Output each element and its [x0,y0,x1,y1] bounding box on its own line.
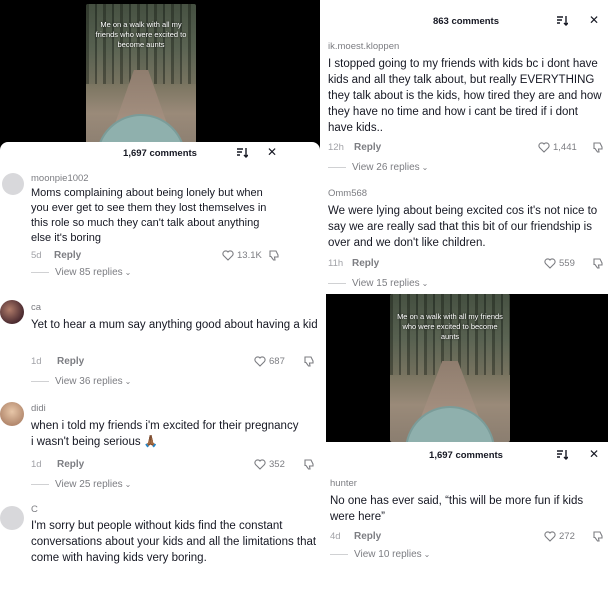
like-count: 352 [269,459,285,470]
comment-time: 4d [330,531,341,542]
video-frame: Me on a walk with all my friends who wer… [390,294,510,442]
reply-button[interactable]: Reply [57,356,84,367]
heart-icon [538,142,550,153]
comment-text: We were lying about being excited cos it… [328,205,598,249]
comment-time: 11h [328,258,344,269]
sort-icon[interactable] [236,147,248,158]
view-replies-link[interactable]: View 36 replies ⌄ [31,376,131,387]
avatar[interactable] [0,402,24,426]
comment-username[interactable]: Omm568 [328,188,367,199]
comment-time: 12h [328,142,344,153]
video-caption: Me on a walk with all my friends who wer… [397,312,503,341]
chevron-down-icon: ⌄ [124,480,132,489]
heart-icon [254,356,266,367]
reply-button[interactable]: Reply [57,459,84,470]
comment-item: hunter No one has ever said, “this will … [324,474,608,574]
chevron-down-icon: ⌄ [423,550,431,559]
reply-button[interactable]: Reply [352,258,379,269]
reply-button[interactable]: Reply [354,142,381,153]
view-replies-label: View 10 replies [354,549,422,560]
like-count: 1,441 [553,142,577,153]
comment-item: ik.moest.kloppen I stopped going to my f… [324,38,608,178]
chevron-down-icon: ⌄ [421,163,429,172]
dislike-icon[interactable] [268,250,279,261]
comment-text: No one has ever said, “this will be more… [330,495,584,523]
video-player-left[interactable]: Me on a walk with all my friends who wer… [0,0,320,150]
view-replies-link[interactable]: View 26 replies ⌄ [328,162,428,173]
reply-button[interactable]: Reply [354,531,381,542]
video-frame: Me on a walk with all my friends who wer… [86,4,196,150]
comment-text: Moms complaining about being lonely but … [31,187,267,244]
comment-text: Yet to hear a mum say anything good abou… [31,319,318,331]
comment-time: 5d [31,250,42,261]
heart-icon [544,258,556,269]
comment-time: 1d [31,459,42,470]
view-replies-label: View 15 replies [352,278,420,289]
reply-button[interactable]: Reply [54,250,81,261]
comments-header: 863 comments ✕ [324,10,608,32]
like-button[interactable]: 13.1K [222,250,262,261]
heart-icon [544,531,556,542]
stroller-image [405,406,495,442]
comment-username[interactable]: hunter [330,478,357,489]
close-icon[interactable]: ✕ [266,146,278,158]
sort-icon[interactable] [556,449,568,460]
avatar[interactable] [2,173,24,195]
like-count: 272 [559,531,575,542]
view-replies-label: View 85 replies [55,267,123,278]
sort-icon[interactable] [556,15,568,26]
close-icon[interactable]: ✕ [588,448,600,460]
avatar[interactable] [0,300,24,324]
view-replies-link[interactable]: View 25 replies ⌄ [31,479,131,490]
comment-username[interactable]: ca [31,302,41,313]
comments-header: 1,697 comments ✕ [0,142,320,164]
comment-text: I stopped going to my friends with kids … [328,58,602,134]
video-player-right[interactable]: Me on a walk with all my friends who wer… [326,294,608,442]
dislike-icon[interactable] [303,356,314,367]
comment-username[interactable]: didi [31,403,46,414]
video-caption: Me on a walk with all my friends who wer… [95,20,187,49]
heart-icon [254,459,266,470]
comment-username[interactable]: C [31,504,38,515]
view-replies-link[interactable]: View 10 replies ⌄ [330,549,430,560]
like-button[interactable]: 352 [254,459,285,470]
comment-text: when i told my friends i'm excited for t… [31,420,299,448]
avatar[interactable] [0,506,24,530]
chevron-down-icon: ⌄ [124,377,132,386]
comment-text: I'm sorry but people without kids find t… [31,520,317,564]
like-button[interactable]: 687 [254,356,285,367]
view-replies-label: View 26 replies [352,162,420,173]
dislike-icon[interactable] [592,258,603,269]
like-button[interactable]: 559 [544,258,575,269]
comment-item: didi when i told my friends i'm excited … [0,396,320,496]
right-screenshot: 863 comments ✕ ik.moest.kloppen I stoppe… [324,0,608,608]
like-count: 687 [269,356,285,367]
comment-item: Omm568 We were lying about being excited… [324,184,608,294]
left-screenshot: Me on a walk with all my friends who wer… [0,0,320,608]
comment-username[interactable]: ik.moest.kloppen [328,41,399,52]
view-replies-label: View 25 replies [55,479,123,490]
view-replies-link[interactable]: View 85 replies ⌄ [31,267,131,278]
comment-item: C I'm sorry but people without kids find… [0,500,320,608]
dislike-icon[interactable] [592,142,603,153]
comment-item: ca Yet to hear a mum say anything good a… [0,294,320,394]
dislike-icon[interactable] [303,459,314,470]
like-count: 13.1K [237,250,262,261]
chevron-down-icon: ⌄ [124,268,132,277]
like-button[interactable]: 272 [544,531,575,542]
heart-icon [222,250,234,261]
comments-header: 1,697 comments ✕ [324,444,608,466]
close-icon[interactable]: ✕ [588,14,600,26]
like-count: 559 [559,258,575,269]
view-replies-label: View 36 replies [55,376,123,387]
comment-username[interactable]: moonpie1002 [31,173,89,184]
comment-item: moonpie1002 Moms complaining about being… [0,170,320,285]
chevron-down-icon: ⌄ [421,279,429,288]
like-button[interactable]: 1,441 [538,142,577,153]
comment-time: 1d [31,356,42,367]
view-replies-link[interactable]: View 15 replies ⌄ [328,278,428,289]
dislike-icon[interactable] [592,531,603,542]
